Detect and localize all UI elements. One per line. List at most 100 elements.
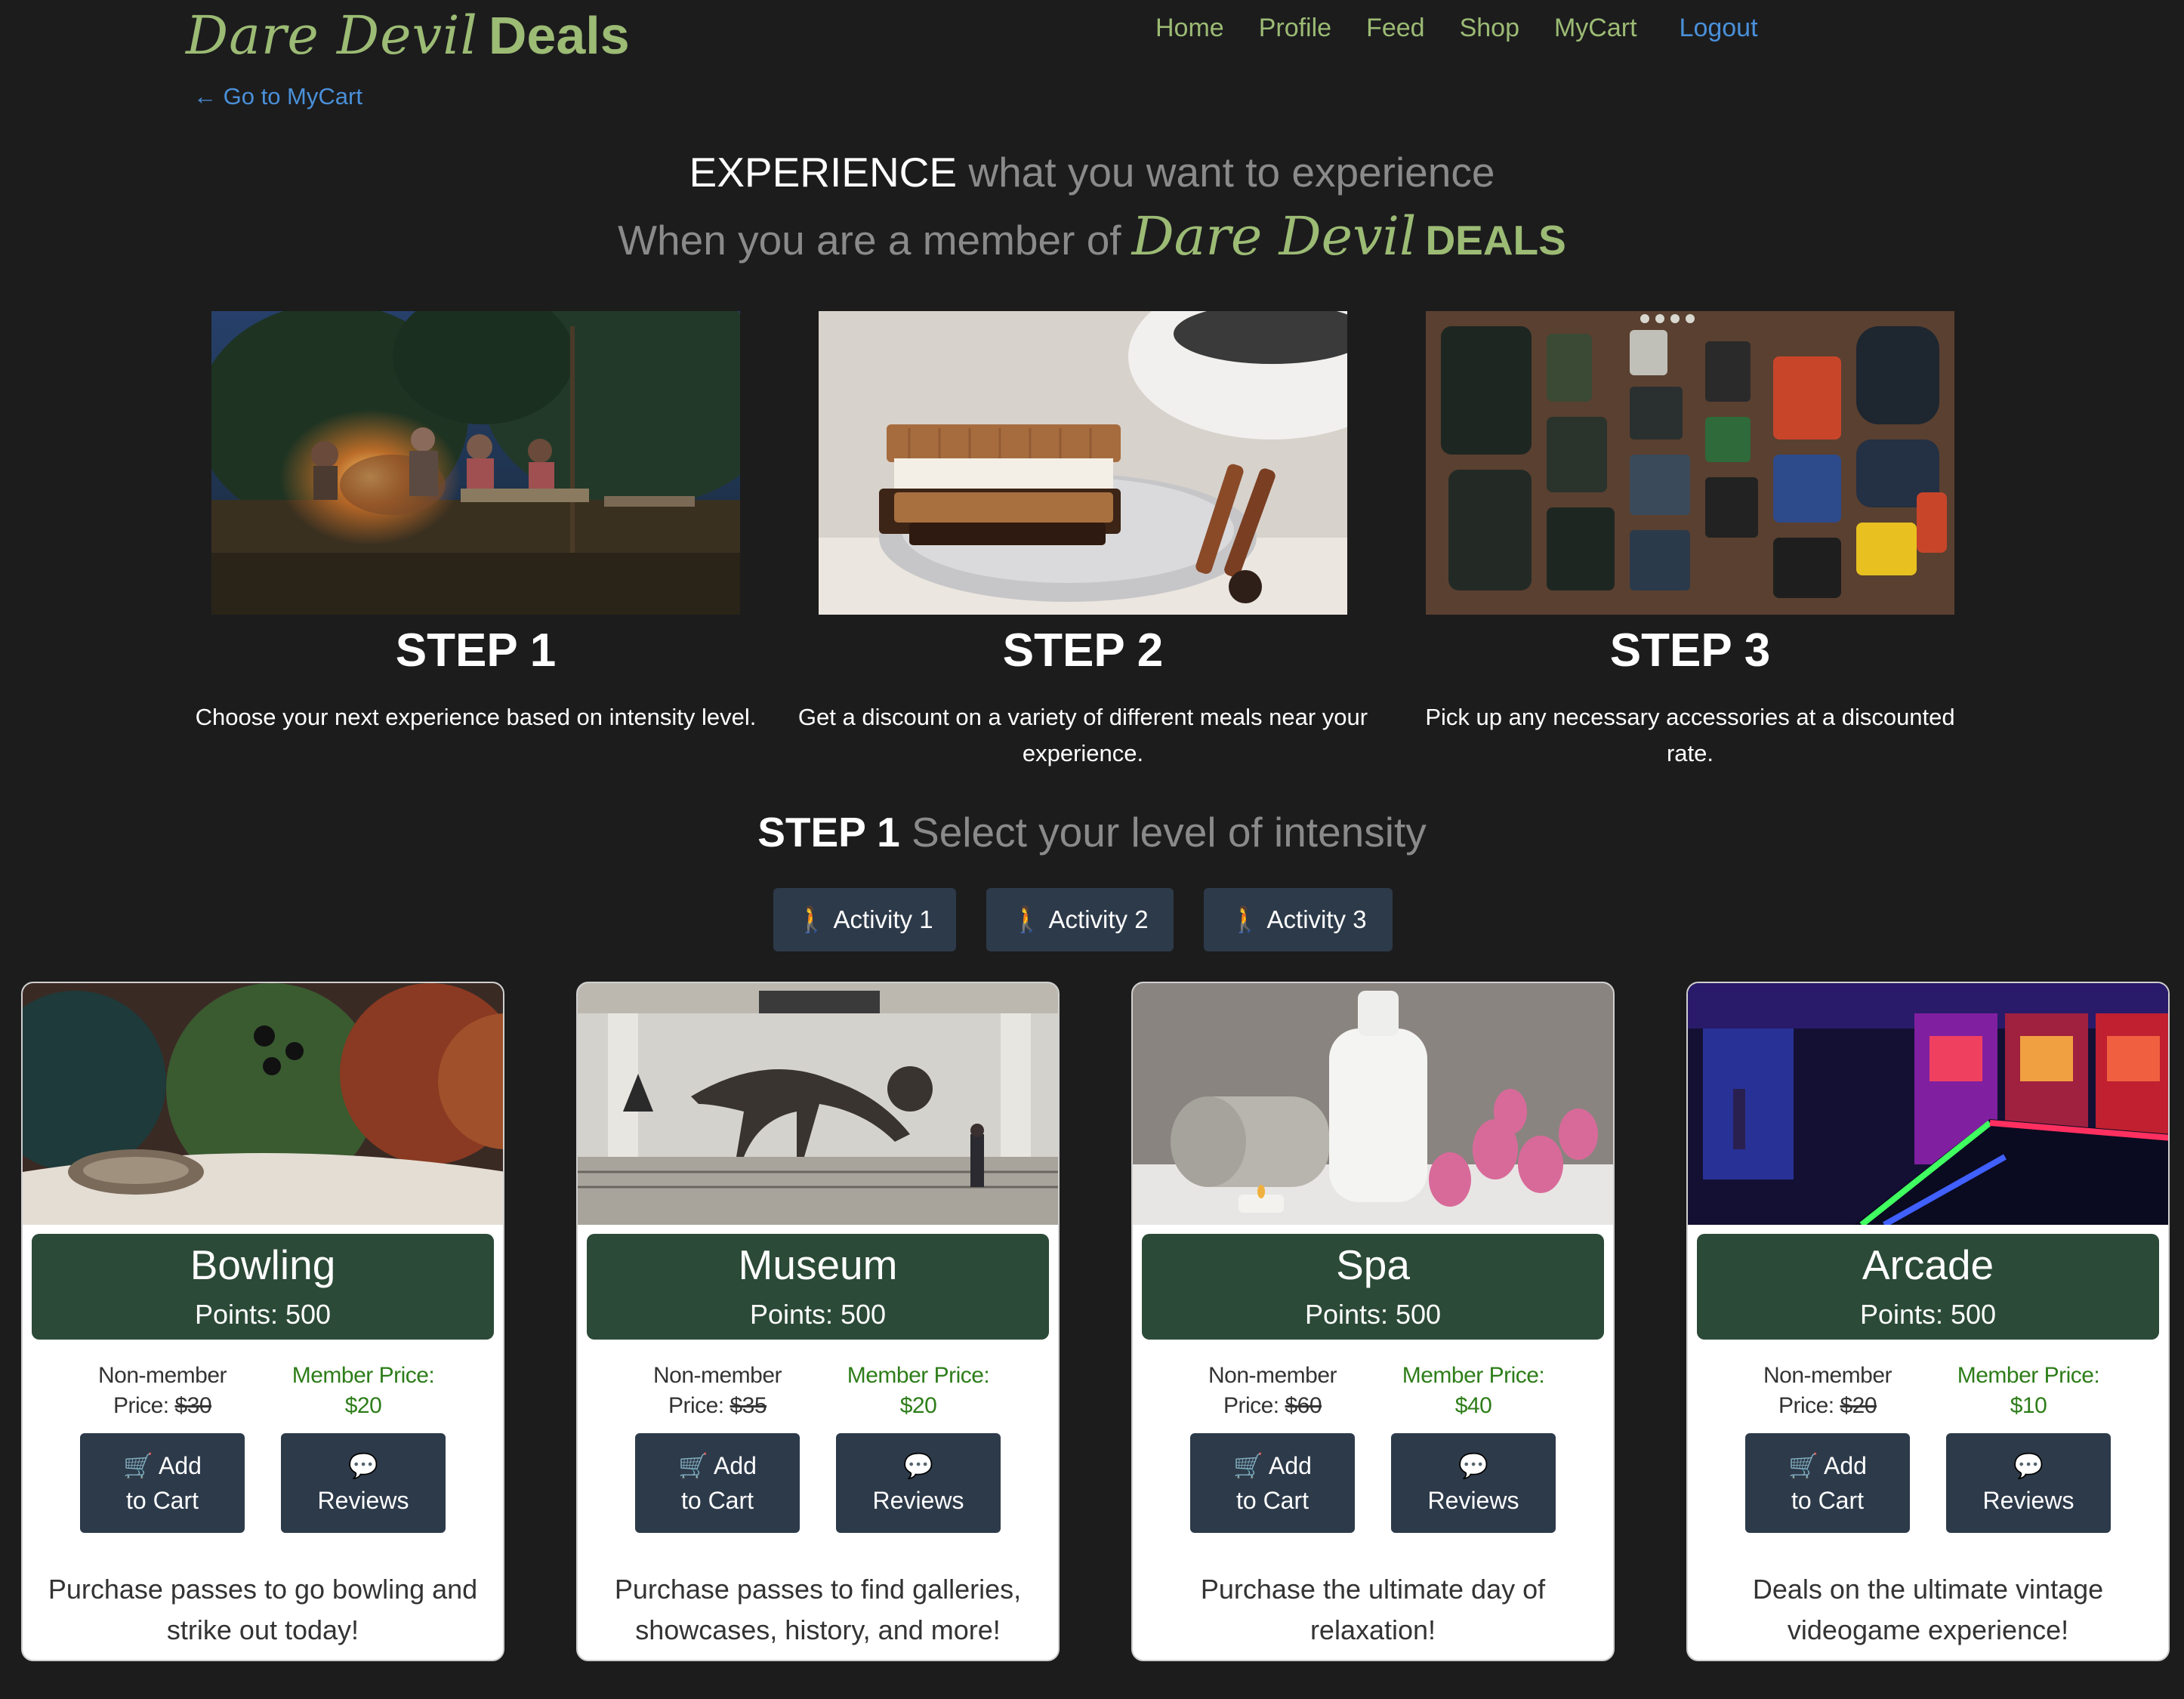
reviews-button[interactable]: 💬 Reviews	[836, 1433, 1001, 1533]
reviews-button[interactable]: 💬 Reviews	[281, 1433, 446, 1533]
card-title: Bowling	[190, 1241, 336, 1288]
step-3-desc: Pick up any necessary accessories at a d…	[1425, 704, 1955, 766]
hiking-icon: 🚶	[796, 905, 828, 933]
card-description: Purchase passes to go bowling and strike…	[48, 1574, 478, 1645]
brand-script: Dare Devil	[186, 5, 478, 66]
non-member-label: Non-member	[97, 1363, 227, 1388]
non-member-price: Non-member Price: $35	[617, 1361, 818, 1421]
non-member-price: Non-member Price: $30	[62, 1361, 263, 1421]
shopping-cart-icon: 🛒	[678, 1452, 708, 1479]
step-1-title: STEP 1	[395, 624, 557, 677]
card-bowling: Bowling Points: 500 Non-member Price: $3…	[21, 982, 504, 1661]
card-actions: 🛒 Add to Cart 💬 Reviews	[23, 1433, 503, 1533]
reviews-label: Reviews	[1982, 1487, 2074, 1514]
bowling-image	[23, 983, 503, 1225]
member-price: Member Price: $10	[1928, 1361, 2129, 1421]
nav-logout[interactable]: Logout	[1680, 14, 1758, 43]
step-2-desc: Get a discount on a variety of different…	[797, 704, 1368, 766]
card-points: Points: 500	[1859, 1299, 1997, 1330]
card-spa: Spa Points: 500 Non-member Price: $60 Me…	[1131, 982, 1615, 1661]
add-label: Add	[1824, 1452, 1867, 1479]
card-arcade: Arcade Points: 500 Non-member Price: $20…	[1686, 982, 2170, 1661]
spa-image	[1133, 983, 1613, 1225]
card-header: Museum Points: 500	[587, 1234, 1049, 1340]
add-to-cart-button[interactable]: 🛒 Add to Cart	[1745, 1433, 1910, 1533]
card-header: Spa Points: 500	[1142, 1234, 1604, 1340]
nav-home[interactable]: Home	[1155, 14, 1224, 43]
card-prices: Non-member Price: $60 Member Price: $40	[1133, 1361, 1613, 1421]
reviews-button[interactable]: 💬 Reviews	[1391, 1433, 1556, 1533]
comments-icon: 💬	[2013, 1452, 2044, 1479]
hiking-icon: 🚶	[1229, 905, 1261, 933]
arcade-image	[1688, 983, 2168, 1225]
non-member-value: $20	[1840, 1393, 1877, 1418]
activity-3-button[interactable]: 🚶 Activity 3	[1204, 888, 1393, 951]
member-label: Member Price:	[847, 1363, 990, 1388]
shopping-cart-icon: 🛒	[1788, 1452, 1818, 1479]
non-member-label: Non-member	[1208, 1363, 1337, 1388]
hero-sub-sans: DEALS	[1425, 217, 1566, 264]
member-price: Member Price: $20	[263, 1361, 464, 1421]
intensity-strong: STEP 1	[757, 809, 900, 856]
smores-image	[819, 311, 1347, 615]
member-value: $40	[1454, 1393, 1492, 1418]
step-2: STEP 2 Get a discount on a variety of di…	[798, 311, 1368, 772]
member-value: $20	[899, 1393, 937, 1418]
to-cart-label: to Cart	[1791, 1487, 1865, 1514]
member-price: Member Price: $40	[1373, 1361, 1574, 1421]
reviews-label: Reviews	[317, 1487, 409, 1514]
hero-muted: what you want to experience	[968, 149, 1495, 196]
to-cart-label: to Cart	[125, 1487, 199, 1514]
card-points: Points: 500	[194, 1299, 332, 1330]
reviews-label: Reviews	[872, 1487, 964, 1514]
card-points: Points: 500	[1304, 1299, 1442, 1330]
card-actions: 🛒 Add to Cart 💬 Reviews	[1133, 1433, 1613, 1533]
card-description: Purchase passes to find galleries, showc…	[614, 1574, 1022, 1645]
card-prices: Non-member Price: $20 Member Price: $10	[1688, 1361, 2168, 1421]
step-3: STEP 3 Pick up any necessary accessories…	[1425, 311, 1955, 772]
brand-logo[interactable]: Dare Devil Deals	[186, 5, 630, 66]
nav-mycart[interactable]: MyCart	[1554, 14, 1637, 43]
add-label: Add	[714, 1452, 757, 1479]
add-to-cart-button[interactable]: 🛒 Add to Cart	[80, 1433, 245, 1533]
gear-flatlay-image	[1426, 311, 1954, 615]
nav-profile[interactable]: Profile	[1259, 14, 1331, 43]
hero-sub-script: Dare Devil	[1131, 205, 1417, 267]
price-label: Price:	[113, 1393, 169, 1418]
activity-1-label: Activity 1	[833, 905, 933, 933]
hero-strong: EXPERIENCE	[689, 149, 958, 196]
reviews-button[interactable]: 💬 Reviews	[1946, 1433, 2111, 1533]
hero-subline: When you are a member of Dare Devil DEALS	[0, 205, 2184, 267]
member-label: Member Price:	[1957, 1363, 2100, 1388]
shopping-cart-icon: 🛒	[1233, 1452, 1263, 1479]
add-to-cart-button[interactable]: 🛒 Add to Cart	[635, 1433, 800, 1533]
to-cart-label: to Cart	[1235, 1487, 1309, 1514]
brand-sans: Deals	[488, 6, 630, 65]
hero-headline: EXPERIENCE what you want to experience	[0, 148, 2184, 196]
card-header: Arcade Points: 500	[1697, 1234, 2159, 1340]
member-value: $20	[344, 1393, 382, 1418]
card-header: Bowling Points: 500	[32, 1234, 494, 1340]
non-member-price: Non-member Price: $20	[1727, 1361, 1928, 1421]
card-actions: 🛒 Add to Cart 💬 Reviews	[578, 1433, 1058, 1533]
activity-2-button[interactable]: 🚶 Activity 2	[986, 888, 1174, 951]
add-to-cart-button[interactable]: 🛒 Add to Cart	[1190, 1433, 1355, 1533]
activity-3-label: Activity 3	[1266, 905, 1367, 933]
comments-icon: 💬	[903, 1452, 933, 1479]
nav-shop[interactable]: Shop	[1460, 14, 1519, 43]
step-1-desc: Choose your next experience based on int…	[195, 704, 757, 730]
nav-feed[interactable]: Feed	[1366, 14, 1425, 43]
arrow-left-icon: ←	[193, 83, 217, 109]
card-title: Spa	[1336, 1241, 1410, 1288]
back-to-cart-link[interactable]: ← Go to MyCart	[193, 83, 362, 110]
comments-icon: 💬	[348, 1452, 378, 1479]
card-description: Deals on the ultimate vintage videogame …	[1752, 1574, 2104, 1645]
activity-1-button[interactable]: 🚶 Activity 1	[773, 888, 956, 951]
price-label: Price:	[1223, 1393, 1279, 1418]
intensity-muted: Select your level of intensity	[912, 809, 1427, 856]
reviews-label: Reviews	[1427, 1487, 1519, 1514]
non-member-price: Non-member Price: $60	[1172, 1361, 1373, 1421]
card-prices: Non-member Price: $30 Member Price: $20	[23, 1361, 503, 1421]
comments-icon: 💬	[1458, 1452, 1488, 1479]
card-title: Arcade	[1862, 1241, 1994, 1288]
